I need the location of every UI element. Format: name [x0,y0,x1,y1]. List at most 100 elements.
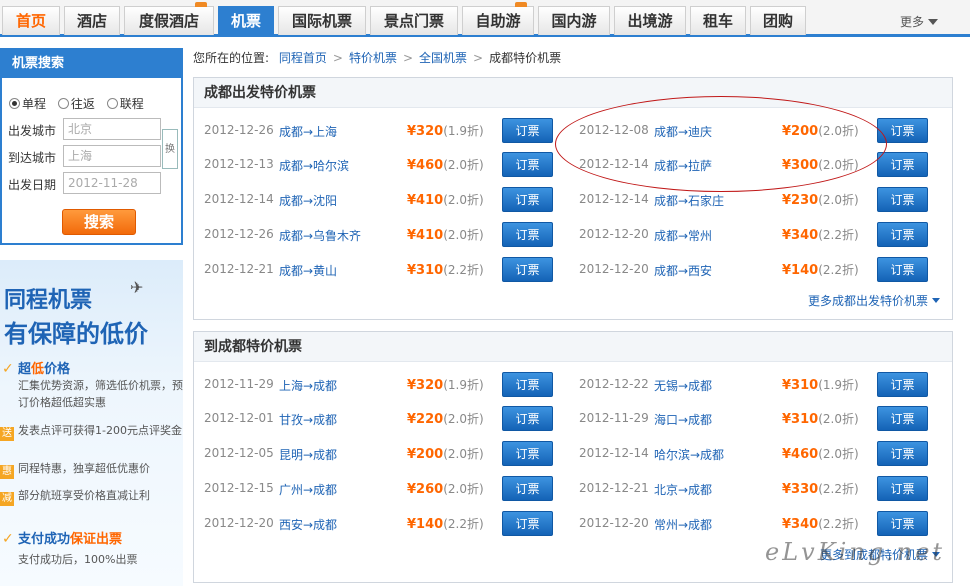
flight-price: ¥460(2.0折) [782,445,859,462]
flight-row: 2012-12-20 西安→成都 ¥140(2.2折) 订票 [204,511,556,537]
book-ticket-button[interactable]: 订票 [877,257,928,282]
book-ticket-button[interactable]: 订票 [877,152,928,177]
flight-route-link[interactable]: 昆明→成都 [279,446,337,463]
book-ticket-button[interactable]: 订票 [502,222,553,247]
book-ticket-button[interactable]: 订票 [502,441,553,466]
radio-one-way[interactable]: 单程 [9,95,46,112]
more-departures-link[interactable]: 更多成都出发特价机票 [808,292,940,309]
book-ticket-button[interactable]: 订票 [877,118,928,143]
flight-route-link[interactable]: 海口→成都 [654,411,712,428]
tab-flights[interactable]: 机票 [218,6,274,35]
top-navigation: 首页 酒店 度假酒店 机票 国际机票 景点门票 自助游 国内游 出境游 租车 团… [0,0,970,37]
book-ticket-button[interactable]: 订票 [502,372,553,397]
price-value: ¥230 [782,193,819,208]
flight-route-link[interactable]: 北京→成都 [654,481,712,498]
flight-price: ¥460(2.0折) [407,156,484,173]
flight-route-link[interactable]: 成都→常州 [654,227,712,244]
book-ticket-button[interactable]: 订票 [877,187,928,212]
more-label: 更多 [900,15,925,29]
tab-international-flights[interactable]: 国际机票 [278,6,366,35]
book-ticket-button[interactable]: 订票 [877,222,928,247]
feature-title-post: 价格 [44,362,71,377]
discount-rate: (2.0折) [443,412,484,426]
flight-row: 2012-12-26 成都→乌鲁木齐 ¥410(2.0折) 订票 [204,222,556,248]
promo-title-line1: 同程机票 [4,288,93,313]
flight-route-link[interactable]: 上海→成都 [279,377,337,394]
flight-route-link[interactable]: 成都→黄山 [279,262,337,279]
price-value: ¥140 [407,517,444,532]
more-menu[interactable]: 更多 [900,13,939,30]
book-ticket-button[interactable]: 订票 [502,511,553,536]
depart-date-input[interactable]: 2012-11-28 [63,172,161,194]
book-ticket-button[interactable]: 订票 [502,118,553,143]
radio-multi-city-label: 联程 [119,97,144,111]
flight-route-link[interactable]: 成都→沈阳 [279,192,337,209]
book-ticket-button[interactable]: 订票 [877,441,928,466]
flight-route-link[interactable]: 成都→哈尔滨 [279,157,349,174]
book-ticket-button[interactable]: 订票 [502,152,553,177]
tab-attraction-tickets[interactable]: 景点门票 [370,6,458,35]
book-ticket-button[interactable]: 订票 [877,372,928,397]
breadcrumb-national-flights[interactable]: 全国机票 [419,51,467,65]
flight-route-link[interactable]: 成都→拉萨 [654,157,712,174]
flight-route-link[interactable]: 成都→西安 [654,262,712,279]
tab-self-guided-tours[interactable]: 自助游 [462,2,534,35]
discount-rate: (2.0折) [818,158,859,172]
radio-multi-city[interactable]: 联程 [106,95,144,112]
tab-car-rental[interactable]: 租车 [690,6,746,35]
flight-row: 2012-12-14 成都→石家庄 ¥230(2.0折) 订票 [579,187,931,213]
breadcrumb: 您所在的位置: 同程首页 > 特价机票 > 全国机票 > 成都特价机票 [193,49,561,66]
flight-route-link[interactable]: 常州→成都 [654,516,712,533]
discount-rate: (2.2折) [443,263,484,277]
flight-row: 2012-12-13 成都→哈尔滨 ¥460(2.0折) 订票 [204,152,556,178]
tab-hotel[interactable]: 酒店 [64,6,120,35]
flight-date: 2012-12-20 [204,516,274,530]
book-ticket-button[interactable]: 订票 [502,406,553,431]
breadcrumb-separator: > [402,51,414,65]
swap-cities-button[interactable]: 换 [162,129,178,169]
flight-search-panel: 机票搜索 单程 往返 联程 出发城市 北京 到达城市 上海 换 出发日期 201… [0,48,183,245]
flight-date: 2012-12-14 [204,192,274,206]
breadcrumb-separator: > [332,51,343,65]
flight-date: 2012-12-21 [204,262,274,276]
flight-route-link[interactable]: 甘孜→成都 [279,411,337,428]
flight-route-link[interactable]: 成都→石家庄 [654,192,724,209]
book-ticket-button[interactable]: 订票 [877,511,928,536]
flight-route-link[interactable]: 成都→迪庆 [654,123,712,140]
book-ticket-button[interactable]: 订票 [502,187,553,212]
discount-rate: (2.2折) [818,228,859,242]
flight-route-link[interactable]: 无锡→成都 [654,377,712,394]
book-ticket-button[interactable]: 订票 [877,476,928,501]
radio-round-trip[interactable]: 往返 [57,95,95,112]
discount-rate: (2.0折) [443,228,484,242]
tab-outbound-tours[interactable]: 出境游 [614,6,686,35]
book-ticket-button[interactable]: 订票 [502,476,553,501]
trip-type-group: 单程 往返 联程 [9,95,179,112]
tab-group-buy[interactable]: 团购 [750,6,806,35]
flight-date: 2012-12-08 [579,123,649,137]
price-value: ¥460 [782,447,819,462]
flight-date: 2012-12-13 [204,157,274,171]
flight-row: 2012-12-15 广州→成都 ¥260(2.0折) 订票 [204,476,556,502]
book-ticket-button[interactable]: 订票 [502,257,553,282]
search-button[interactable]: 搜索 [62,209,136,235]
radio-one-way-label: 单程 [22,97,47,111]
from-city-input[interactable]: 北京 [63,118,161,140]
tab-resort-hotel[interactable]: 度假酒店 [124,2,214,35]
breadcrumb-home[interactable]: 同程首页 [279,51,327,65]
flight-route-link[interactable]: 西安→成都 [279,516,337,533]
tab-domestic-tours[interactable]: 国内游 [538,6,610,35]
flight-route-link[interactable]: 哈尔滨→成都 [654,446,724,463]
book-ticket-button[interactable]: 订票 [877,406,928,431]
flight-route-link[interactable]: 成都→乌鲁木齐 [279,227,361,244]
breadcrumb-prefix: 您所在的位置: [193,51,270,65]
tab-home[interactable]: 首页 [2,6,60,35]
breadcrumb-special-flights[interactable]: 特价机票 [349,51,397,65]
flight-route-link[interactable]: 成都→上海 [279,123,337,140]
to-city-input[interactable]: 上海 [63,145,161,167]
breadcrumb-current: 成都特价机票 [489,51,562,65]
flight-route-link[interactable]: 广州→成都 [279,481,337,498]
feature-title-pre: 支付成功 [18,532,71,547]
watermark-text: eLvKing.net [765,538,946,566]
gift-icon: 送 [0,427,14,441]
